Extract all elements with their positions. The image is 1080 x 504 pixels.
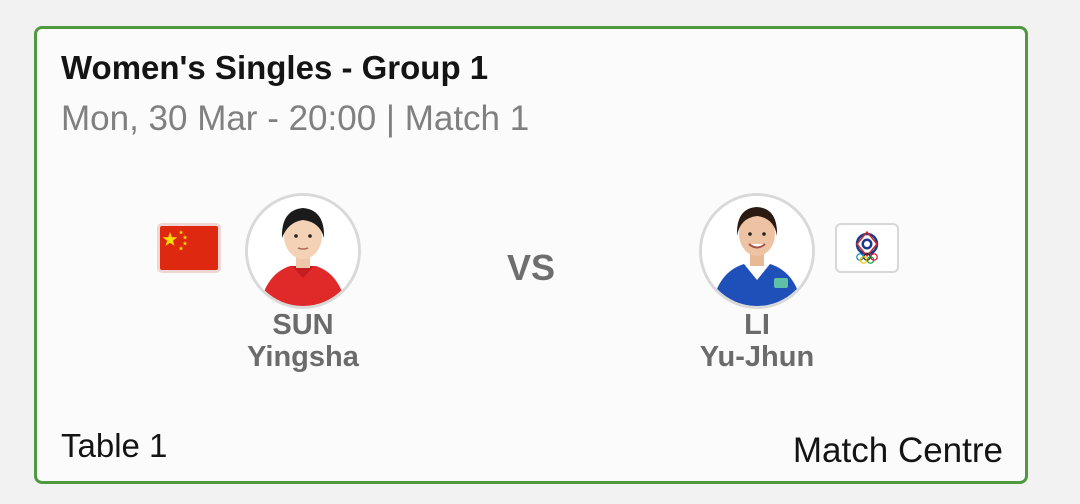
chinese-taipei-olympic-flag-icon [835,223,899,273]
away-player-last-name: LI [744,309,770,341]
match-datetime: Mon, 30 Mar - 20:00 | Match 1 [61,99,530,138]
match-card[interactable]: Women's Singles - Group 1 Mon, 30 Mar - … [34,26,1028,484]
away-player-name: LI Yu-Jhun [667,309,847,373]
player-avatar [245,193,361,309]
match-title: Women's Singles - Group 1 [61,49,489,86]
home-player[interactable]: SUN Yingsha [143,193,443,383]
home-player-name: SUN Yingsha [213,309,393,373]
player-avatar [699,193,815,309]
vs-label: VS [507,247,556,288]
home-player-first-name: Yingsha [247,341,359,373]
away-player-first-name: Yu-Jhun [699,341,815,373]
china-flag-icon [157,223,221,273]
home-player-last-name: SUN [272,309,334,341]
away-player[interactable]: LI Yu-Jhun [597,193,899,383]
table-label: Table 1 [61,427,168,464]
match-centre-link[interactable]: Match Centre [793,431,1003,471]
